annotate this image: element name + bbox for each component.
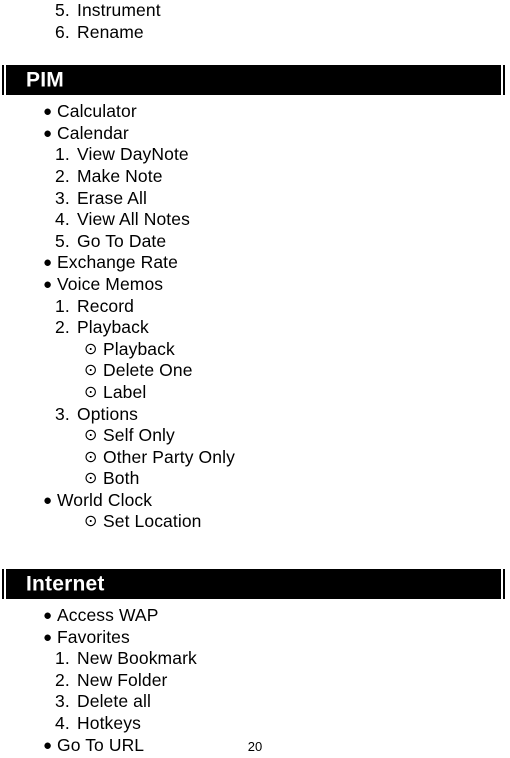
section-title: PIM	[26, 68, 64, 92]
list-item: Voice Memos	[0, 274, 510, 296]
list-item-label: View DayNote	[77, 144, 189, 165]
list-marker: 2.	[55, 669, 70, 690]
list-item: 3. Erase All	[0, 188, 510, 210]
list-marker: 2.	[55, 165, 70, 186]
circled-dot-icon	[84, 511, 103, 533]
list-item: Other Party Only	[0, 447, 510, 469]
list-item: Label	[0, 382, 510, 404]
page-number: 20	[247, 739, 263, 754]
list-marker: 4.	[55, 713, 70, 734]
top-continuation-list: 5. Instrument 6. Rename	[0, 0, 510, 43]
circled-dot-icon	[84, 468, 103, 490]
manual-page: 5. Instrument 6. Rename PIM Calculator Cal…	[0, 0, 510, 758]
bullet-icon	[43, 101, 57, 123]
list-item: 5. Go To Date	[0, 231, 510, 253]
list-marker: 1.	[55, 648, 70, 669]
list-item: 5. Instrument	[0, 0, 510, 22]
list-item-label: Access WAP	[57, 605, 159, 626]
list-item-label: Playback	[77, 317, 149, 338]
list-marker: 3.	[55, 187, 70, 208]
list-item: 2. Make Note	[0, 166, 510, 188]
list-item-label: Options	[77, 403, 139, 424]
list-item: 1. New Bookmark	[0, 648, 510, 670]
bullet-icon	[43, 605, 57, 627]
list-item-label: Erase All	[77, 187, 147, 208]
list-item: Self Only	[0, 425, 510, 447]
list-item-label: Record	[77, 295, 135, 316]
list-item-label: Voice Memos	[57, 273, 164, 294]
list-item: 3. Delete all	[0, 691, 510, 713]
list-item-label: View All Notes	[77, 209, 190, 230]
list-item-label: Favorites	[57, 626, 130, 647]
bullet-icon	[43, 627, 57, 649]
list-item-label: Self Only	[103, 425, 175, 446]
list-item-label: Delete One	[103, 360, 193, 381]
list-marker: 2.	[55, 317, 70, 338]
list-item-label: Playback	[103, 338, 175, 359]
list-item: 6. Rename	[0, 22, 510, 44]
circled-dot-icon	[84, 425, 103, 447]
list-item: 2. New Folder	[0, 670, 510, 692]
bullet-icon	[43, 123, 57, 145]
list-item: Calculator	[0, 101, 510, 123]
list-item-label: Set Location	[103, 511, 202, 532]
list-marker: 1.	[55, 144, 70, 165]
list-item-label: Calendar	[57, 122, 129, 143]
list-item: Exchange Rate	[0, 252, 510, 274]
list-item-label: Rename	[77, 21, 144, 42]
list-item-label: Instrument	[77, 0, 161, 20]
list-item: 2. Playback	[0, 317, 510, 339]
list-item-label: Go To Date	[77, 230, 167, 251]
list-item: World Clock	[0, 490, 510, 512]
list-item-label: Label	[103, 381, 147, 402]
section-items-pim: Calculator Calendar 1. View DayNote 2. Mak…	[0, 101, 510, 533]
list-marker: 5.	[55, 230, 70, 251]
list-item: Set Location	[0, 511, 510, 533]
list-item: Playback	[0, 339, 510, 361]
list-item-label: Hotkeys	[77, 713, 141, 734]
bullet-icon	[43, 490, 57, 512]
list-marker: 6.	[55, 21, 70, 42]
list-item-label: Both	[103, 468, 140, 489]
list-item-label: Exchange Rate	[57, 252, 178, 273]
section-header-internet: Internet	[2, 569, 505, 600]
section-header-pim: PIM	[2, 65, 505, 96]
list-item-label: World Clock	[57, 489, 153, 510]
list-item-label: Delete all	[77, 691, 151, 712]
section-title: Internet	[26, 572, 105, 596]
list-item: 1. View DayNote	[0, 144, 510, 166]
list-item: 4. Hotkeys	[0, 713, 510, 735]
menu-outline: 5. Instrument 6. Rename PIM Calculator Cal…	[0, 0, 510, 756]
circled-dot-icon	[84, 339, 103, 361]
list-item-label: New Folder	[77, 669, 168, 690]
list-item: Access WAP	[0, 605, 510, 627]
list-marker: 4.	[55, 209, 70, 230]
list-item-label: Calculator	[57, 101, 137, 122]
list-item: 1. Record	[0, 296, 510, 318]
list-marker: 1.	[55, 295, 70, 316]
list-marker: 5.	[55, 0, 70, 20]
list-marker: 3.	[55, 691, 70, 712]
list-item: Delete One	[0, 360, 510, 382]
circled-dot-icon	[84, 382, 103, 404]
list-item: Both	[0, 468, 510, 490]
list-item: 4. View All Notes	[0, 209, 510, 231]
circled-dot-icon	[84, 360, 103, 382]
list-item-label: New Bookmark	[77, 648, 197, 669]
list-item-label: Other Party Only	[103, 446, 235, 467]
section-items-internet: Access WAP Favorites 1. New Bookmark 2. Ne…	[0, 605, 510, 756]
list-marker: 3.	[55, 403, 70, 424]
circled-dot-icon	[84, 447, 103, 469]
list-item: Favorites	[0, 627, 510, 649]
list-item: Calendar	[0, 123, 510, 145]
bullet-icon	[43, 252, 57, 274]
bullet-icon	[43, 274, 57, 296]
list-item-label: Make Note	[77, 165, 163, 186]
list-item: 3. Options	[0, 404, 510, 426]
